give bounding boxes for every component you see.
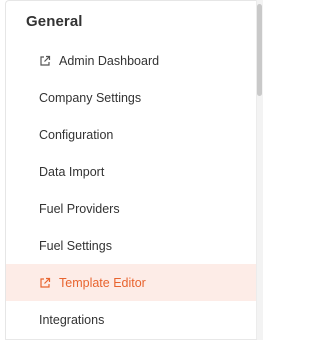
menu-item-label: Integrations — [39, 312, 105, 327]
menu-item-configuration[interactable]: Configuration — [6, 116, 258, 153]
menu-item-label: Fuel Settings — [39, 238, 112, 253]
external-link-icon — [39, 55, 51, 67]
menu-item-fuel-settings[interactable]: Fuel Settings — [6, 227, 258, 264]
settings-menu: Admin Dashboard Company Settings Configu… — [6, 42, 258, 338]
external-link-icon — [39, 277, 51, 289]
menu-item-data-import[interactable]: Data Import — [6, 153, 258, 190]
menu-item-label: Fuel Providers — [39, 201, 120, 216]
menu-item-label: Admin Dashboard — [59, 53, 160, 68]
menu-item-template-editor[interactable]: Template Editor — [6, 264, 258, 301]
menu-item-fuel-providers[interactable]: Fuel Providers — [6, 190, 258, 227]
menu-item-label: Configuration — [39, 127, 114, 142]
section-title: General — [26, 13, 83, 30]
menu-item-admin-dashboard[interactable]: Admin Dashboard — [6, 42, 258, 79]
menu-item-label: Company Settings — [39, 90, 142, 105]
menu-item-label: Template Editor — [59, 275, 146, 290]
menu-item-integrations[interactable]: Integrations — [6, 301, 258, 338]
settings-nav-panel: General Admin Dashboard Company Settings… — [5, 0, 263, 340]
menu-item-label: Data Import — [39, 164, 105, 179]
menu-item-company-settings[interactable]: Company Settings — [6, 79, 258, 116]
scrollbar-thumb[interactable] — [257, 4, 262, 96]
